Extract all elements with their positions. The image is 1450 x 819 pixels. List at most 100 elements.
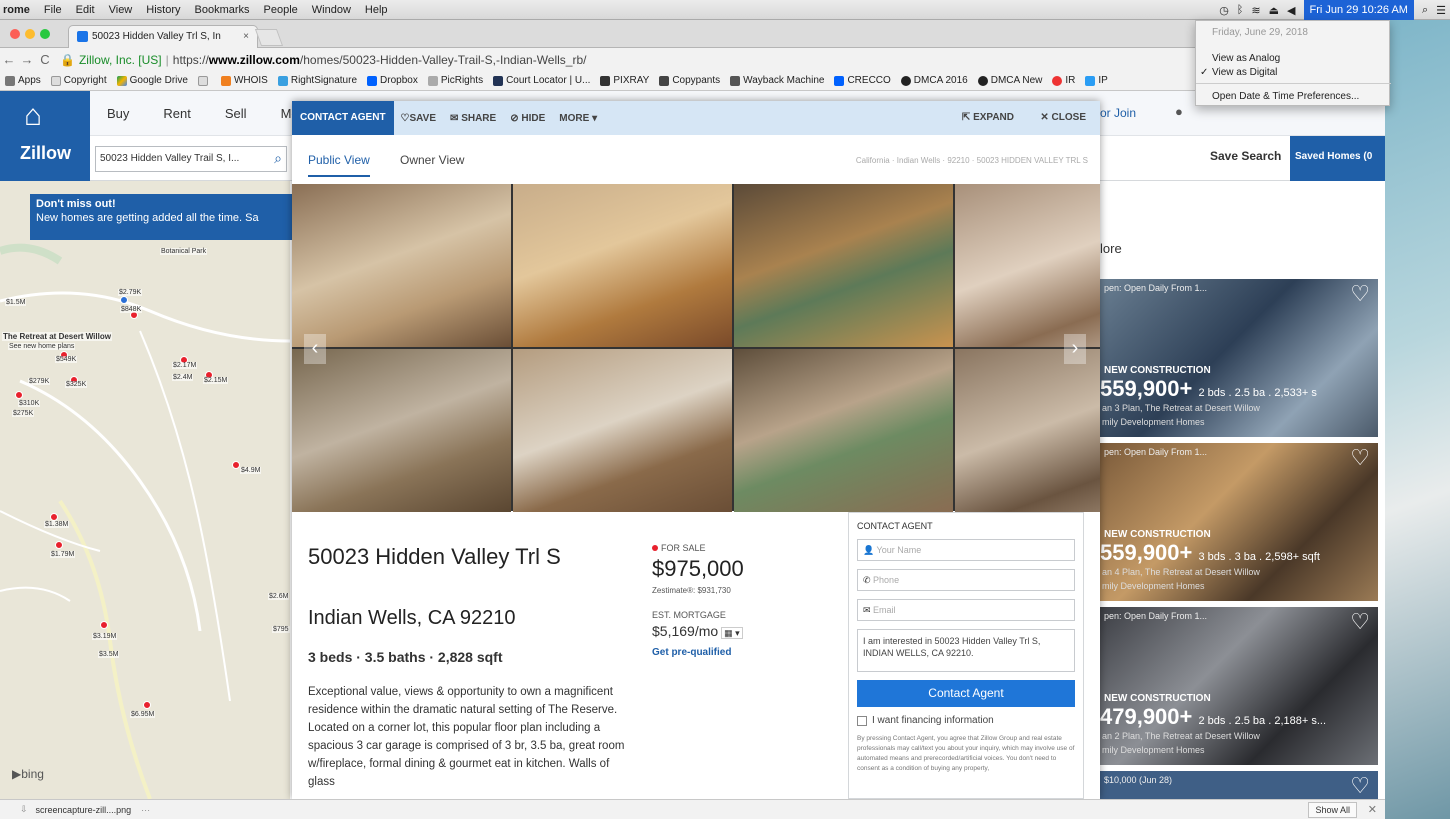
notification-center-icon[interactable]: ☰ <box>1436 4 1446 17</box>
bookmark-pixray[interactable]: PIXRAY <box>595 75 654 86</box>
saved-homes-button[interactable]: Saved Homes (0 <box>1290 136 1385 181</box>
search-icon[interactable]: ⌕ <box>274 150 282 167</box>
close-window-button[interactable] <box>10 29 20 39</box>
join-link[interactable]: or Join <box>1100 106 1136 120</box>
photo-bedroom-2[interactable] <box>513 184 732 347</box>
map[interactable]: Botanical Park $2.79K $848K $1.5M The Re… <box>0 181 290 799</box>
heart-icon[interactable]: ♡ <box>1350 773 1370 799</box>
heart-icon[interactable]: ♡ <box>1350 609 1370 635</box>
map-price-label[interactable]: $275K <box>12 410 35 417</box>
close-button[interactable]: ✕ CLOSE <box>1040 101 1086 135</box>
map-price-label[interactable]: $3.19M <box>92 633 118 640</box>
chevron-left-icon[interactable]: ‹ <box>304 334 326 364</box>
menu-datetime-prefs[interactable]: Open Date & Time Preferences... <box>1212 91 1359 102</box>
show-all-button[interactable]: Show All <box>1308 802 1357 818</box>
bookmark-dropbox[interactable]: Dropbox <box>362 75 423 86</box>
calculator-icon[interactable]: ▦ ▾ <box>721 627 743 639</box>
breadcrumb[interactable]: California · Indian Wells · 92210 · 5002… <box>856 156 1088 165</box>
map-price-label[interactable]: $310K <box>18 400 41 407</box>
menu-app-name[interactable]: rome <box>0 4 37 16</box>
photo-dining[interactable] <box>734 184 953 347</box>
bookmark-ip[interactable]: IP <box>1080 75 1112 86</box>
nav-buy[interactable]: Buy <box>90 106 146 121</box>
map-price-label[interactable]: $848K <box>120 306 143 313</box>
map-price-label[interactable]: $1.79M <box>50 551 76 558</box>
menu-people[interactable]: People <box>257 4 305 16</box>
photo-family-room[interactable] <box>955 349 1100 512</box>
tab-public-view[interactable]: Public View <box>308 153 370 177</box>
map-price-label[interactable]: $2.79K <box>118 289 143 296</box>
nav-rent[interactable]: Rent <box>146 106 207 121</box>
bookmark-apps[interactable]: Apps <box>0 75 46 86</box>
new-tab-button[interactable] <box>254 29 284 46</box>
map-price-label[interactable]: $2.6M <box>268 593 290 600</box>
photo-great-room[interactable] <box>734 349 953 512</box>
hide-button[interactable]: ⊘ HIDE <box>503 113 552 124</box>
bookmark-ir[interactable]: IR <box>1047 75 1080 86</box>
map-price-label[interactable]: $4.9M <box>240 467 262 474</box>
message-field[interactable]: I am interested in 50023 Hidden Valley T… <box>857 629 1075 672</box>
expand-button[interactable]: ⇱ EXPAND <box>962 101 1014 135</box>
map-pin[interactable] <box>143 701 151 709</box>
bookmark-dmca-new[interactable]: DMCA New <box>973 75 1048 86</box>
bookmark-google-drive[interactable]: Google Drive <box>112 75 193 86</box>
download-options-icon[interactable]: ··· <box>141 805 150 815</box>
zillow-logo[interactable]: ⌂ Zillow <box>0 91 90 181</box>
map-community-label[interactable]: The Retreat at Desert Willow <box>2 332 112 341</box>
bookmark-wayback[interactable]: Wayback Machine <box>725 75 829 86</box>
bluetooth-icon[interactable]: ᛒ <box>1237 4 1244 16</box>
zestimate[interactable]: Zestimate®: $931,730 <box>652 586 731 595</box>
menubar-clock[interactable]: Fri Jun 29 10:26 AM <box>1303 0 1414 20</box>
map-price-label[interactable]: $279K <box>28 378 51 385</box>
menu-file[interactable]: File <box>37 4 69 16</box>
map-price-label[interactable]: $2.4M <box>172 374 194 381</box>
menu-window[interactable]: Window <box>305 4 358 16</box>
save-search-button[interactable]: Save Search <box>1210 149 1281 163</box>
photo-living[interactable] <box>955 184 1100 347</box>
forward-icon[interactable]: → <box>18 52 36 67</box>
listing-card[interactable]: pen: Open Daily From 1... ♡ NEW CONSTRUC… <box>1100 279 1378 437</box>
map-pin[interactable] <box>232 461 240 469</box>
contact-agent-tab[interactable]: CONTACT AGENT <box>292 101 394 135</box>
close-download-bar-icon[interactable]: ✕ <box>1368 803 1377 816</box>
url-field[interactable]: 🔒 Zillow, Inc. [US] | https://www.zillow… <box>60 53 587 67</box>
map-pin[interactable] <box>55 541 63 549</box>
promo-banner[interactable]: Don't miss out! New homes are getting ad… <box>30 194 292 240</box>
reload-icon[interactable]: C <box>36 52 54 67</box>
chevron-right-icon[interactable]: › <box>1064 334 1086 364</box>
tab-owner-view[interactable]: Owner View <box>400 153 464 167</box>
heart-icon[interactable]: ♡ <box>1350 281 1370 307</box>
search-input[interactable]: 50023 Hidden Valley Trail S, I... ⌕ <box>95 146 287 172</box>
bookmark-picrights[interactable]: PicRights <box>423 75 488 86</box>
minimize-window-button[interactable] <box>25 29 35 39</box>
bookmark-copyright[interactable]: Copyright <box>46 75 112 86</box>
listing-card[interactable]: pen: Open Daily From 1... ♡ NEW CONSTRUC… <box>1100 443 1378 601</box>
help-icon[interactable]: ● <box>1175 104 1183 119</box>
nav-sell[interactable]: Sell <box>208 106 264 121</box>
email-field[interactable]: ✉ Email <box>857 599 1075 621</box>
save-button[interactable]: ♡SAVE <box>394 113 443 124</box>
map-pin[interactable] <box>15 391 23 399</box>
map-price-label[interactable]: $2.17M <box>172 362 198 369</box>
photo-bathroom[interactable] <box>292 349 511 512</box>
menu-bookmarks[interactable]: Bookmarks <box>188 4 257 16</box>
spotlight-icon[interactable]: ⌕ <box>1422 4 1428 17</box>
share-button[interactable]: ✉ SHARE <box>443 113 503 124</box>
bookmark-dmca-2016[interactable]: DMCA 2016 <box>896 75 973 86</box>
map-price-label[interactable]: $3.5M <box>98 651 120 658</box>
zoom-window-button[interactable] <box>40 29 50 39</box>
map-promo-label[interactable]: See new home plans <box>8 343 76 350</box>
map-price-label[interactable]: $795 <box>272 626 290 633</box>
map-price-label[interactable]: $2.15M <box>203 377 229 384</box>
heart-icon[interactable]: ♡ <box>1350 445 1370 471</box>
phone-field[interactable]: ✆ Phone <box>857 569 1075 591</box>
bookmark-whois[interactable]: WHOIS <box>216 75 273 86</box>
bookmark-copypants[interactable]: Copypants <box>654 75 725 86</box>
map-pin[interactable] <box>120 296 128 304</box>
download-file-name[interactable]: screencapture-zill....png <box>36 805 132 815</box>
menu-help[interactable]: Help <box>358 4 395 16</box>
photo-bathroom-2[interactable] <box>513 349 732 512</box>
menu-view[interactable]: View <box>102 4 140 16</box>
map-pin[interactable] <box>100 621 108 629</box>
financing-checkbox[interactable] <box>857 715 867 726</box>
